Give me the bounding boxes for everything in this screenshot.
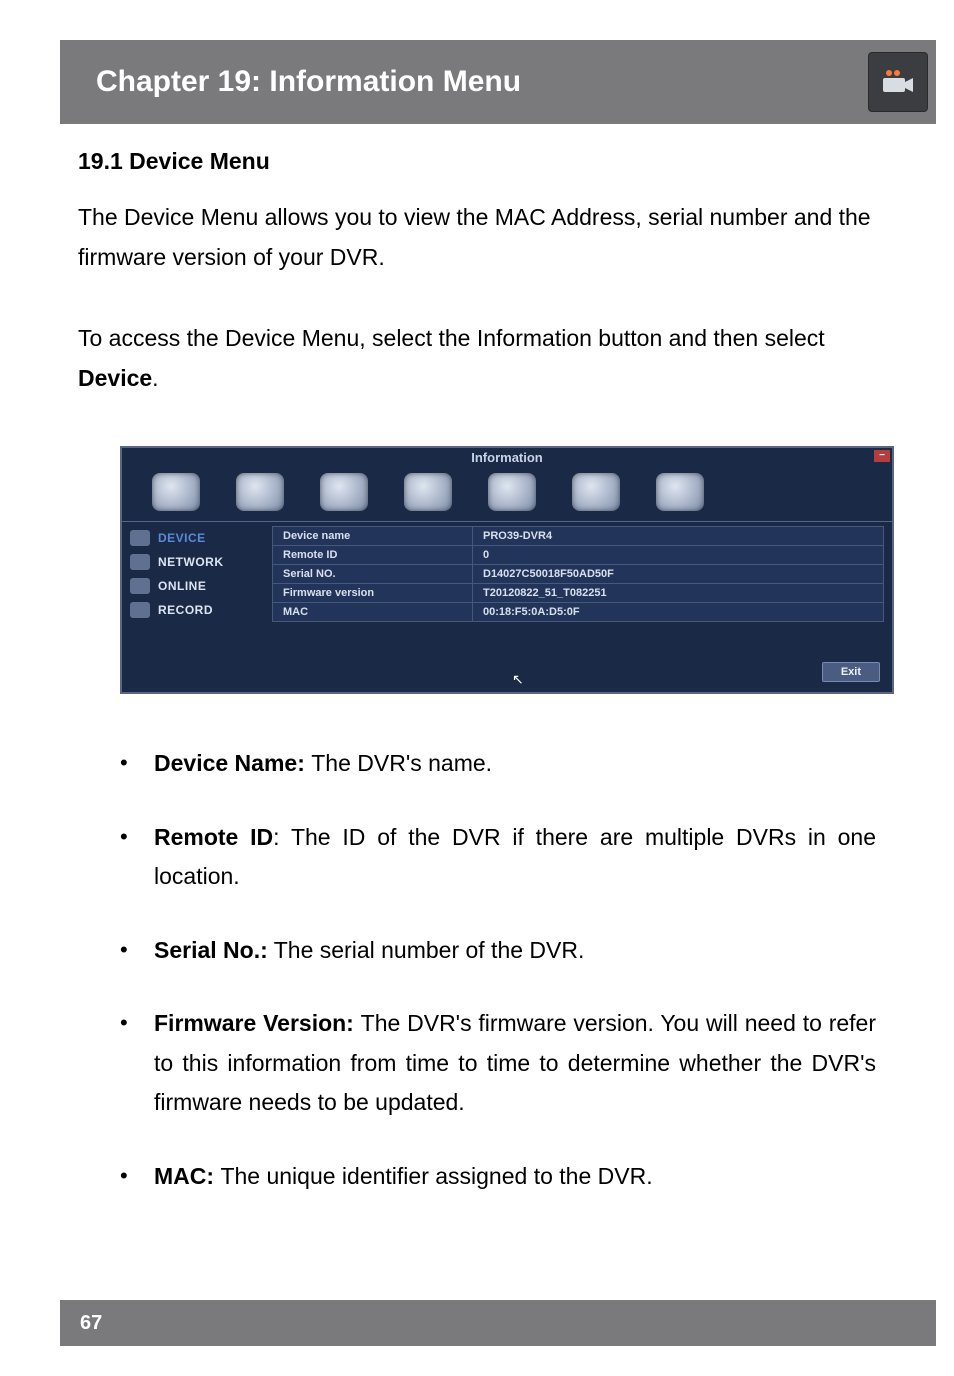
table-row: Firmware versionT20120822_51_T082251 bbox=[273, 584, 884, 603]
sidebar-item-device[interactable]: DEVICE bbox=[122, 526, 272, 550]
menu-icon-2[interactable] bbox=[236, 473, 284, 511]
list-item: Serial No.: The serial number of the DVR… bbox=[114, 931, 876, 971]
row-label: Device name bbox=[273, 527, 473, 546]
chapter-title: Chapter 19: Information Menu bbox=[60, 65, 521, 99]
term: MAC: bbox=[154, 1163, 220, 1189]
row-value: PRO39-DVR4 bbox=[473, 527, 884, 546]
row-label: Remote ID bbox=[273, 546, 473, 565]
sidebar-item-network[interactable]: NETWORK bbox=[122, 550, 272, 574]
list-item: Remote ID: The ID of the DVR if there ar… bbox=[114, 818, 876, 897]
sidebar-label: RECORD bbox=[158, 603, 213, 617]
table-row: Remote ID0 bbox=[273, 546, 884, 565]
term: Firmware Version: bbox=[154, 1010, 361, 1036]
page-footer: 67 bbox=[60, 1300, 936, 1346]
sidebar-label: DEVICE bbox=[158, 531, 206, 545]
sidebar: DEVICE NETWORK ONLINE RECORD bbox=[122, 522, 272, 692]
row-value: 0 bbox=[473, 546, 884, 565]
row-label: Firmware version bbox=[273, 584, 473, 603]
section-heading: 19.1 Device Menu bbox=[78, 148, 876, 175]
info-icon bbox=[130, 530, 150, 546]
para2-part-b: Device bbox=[78, 365, 152, 391]
top-icon-row bbox=[122, 467, 892, 521]
cursor-icon: ↖ bbox=[512, 671, 524, 688]
dvr-screenshot: Information − DEVICE NETWORK ONLINE RECO… bbox=[120, 446, 894, 694]
info-table: Device namePRO39-DVR4 Remote ID0 Serial … bbox=[272, 526, 884, 622]
paragraph-2: To access the Device Menu, select the In… bbox=[78, 318, 876, 399]
sidebar-item-record[interactable]: RECORD bbox=[122, 598, 272, 622]
row-value: D14027C50018F50AD50F bbox=[473, 565, 884, 584]
network-icon bbox=[130, 554, 150, 570]
window-title: Information bbox=[471, 450, 543, 465]
list-item: MAC: The unique identifier assigned to t… bbox=[114, 1157, 876, 1197]
camera-icon bbox=[868, 52, 928, 112]
menu-icon-5[interactable] bbox=[488, 473, 536, 511]
term: Serial No.: bbox=[154, 937, 268, 963]
online-icon bbox=[130, 578, 150, 594]
menu-icon-6[interactable] bbox=[572, 473, 620, 511]
row-label: MAC bbox=[273, 603, 473, 622]
menu-icon-1[interactable] bbox=[152, 473, 200, 511]
definition: The serial number of the DVR. bbox=[268, 937, 585, 963]
row-label: Serial NO. bbox=[273, 565, 473, 584]
sidebar-label: NETWORK bbox=[158, 555, 224, 569]
table-row: Device namePRO39-DVR4 bbox=[273, 527, 884, 546]
sidebar-item-online[interactable]: ONLINE bbox=[122, 574, 272, 598]
menu-icon-7[interactable] bbox=[656, 473, 704, 511]
list-item: Device Name: The DVR's name. bbox=[114, 744, 876, 784]
record-icon bbox=[130, 602, 150, 618]
menu-icon-4[interactable] bbox=[404, 473, 452, 511]
table-row: Serial NO.D14027C50018F50AD50F bbox=[273, 565, 884, 584]
definition: The DVR's name. bbox=[311, 750, 492, 776]
definition: The unique identifier assigned to the DV… bbox=[220, 1163, 652, 1189]
row-value: T20120822_51_T082251 bbox=[473, 584, 884, 603]
paragraph-1: The Device Menu allows you to view the M… bbox=[78, 197, 876, 278]
term: Device Name: bbox=[154, 750, 311, 776]
menu-icon-3[interactable] bbox=[320, 473, 368, 511]
exit-button[interactable]: Exit bbox=[822, 662, 880, 682]
term: Remote ID bbox=[154, 824, 273, 850]
table-row: MAC00:18:F5:0A:D5:0F bbox=[273, 603, 884, 622]
definition-list: Device Name: The DVR's name. Remote ID: … bbox=[78, 694, 876, 1196]
row-value: 00:18:F5:0A:D5:0F bbox=[473, 603, 884, 622]
para2-part-c: . bbox=[152, 365, 158, 391]
para2-part-a: To access the Device Menu, select the In… bbox=[78, 325, 825, 351]
list-item: Firmware Version: The DVR's firmware ver… bbox=[114, 1004, 876, 1123]
sidebar-label: ONLINE bbox=[158, 579, 206, 593]
close-icon[interactable]: − bbox=[874, 450, 890, 462]
chapter-header: Chapter 19: Information Menu bbox=[60, 40, 936, 124]
page-number: 67 bbox=[60, 1312, 102, 1335]
